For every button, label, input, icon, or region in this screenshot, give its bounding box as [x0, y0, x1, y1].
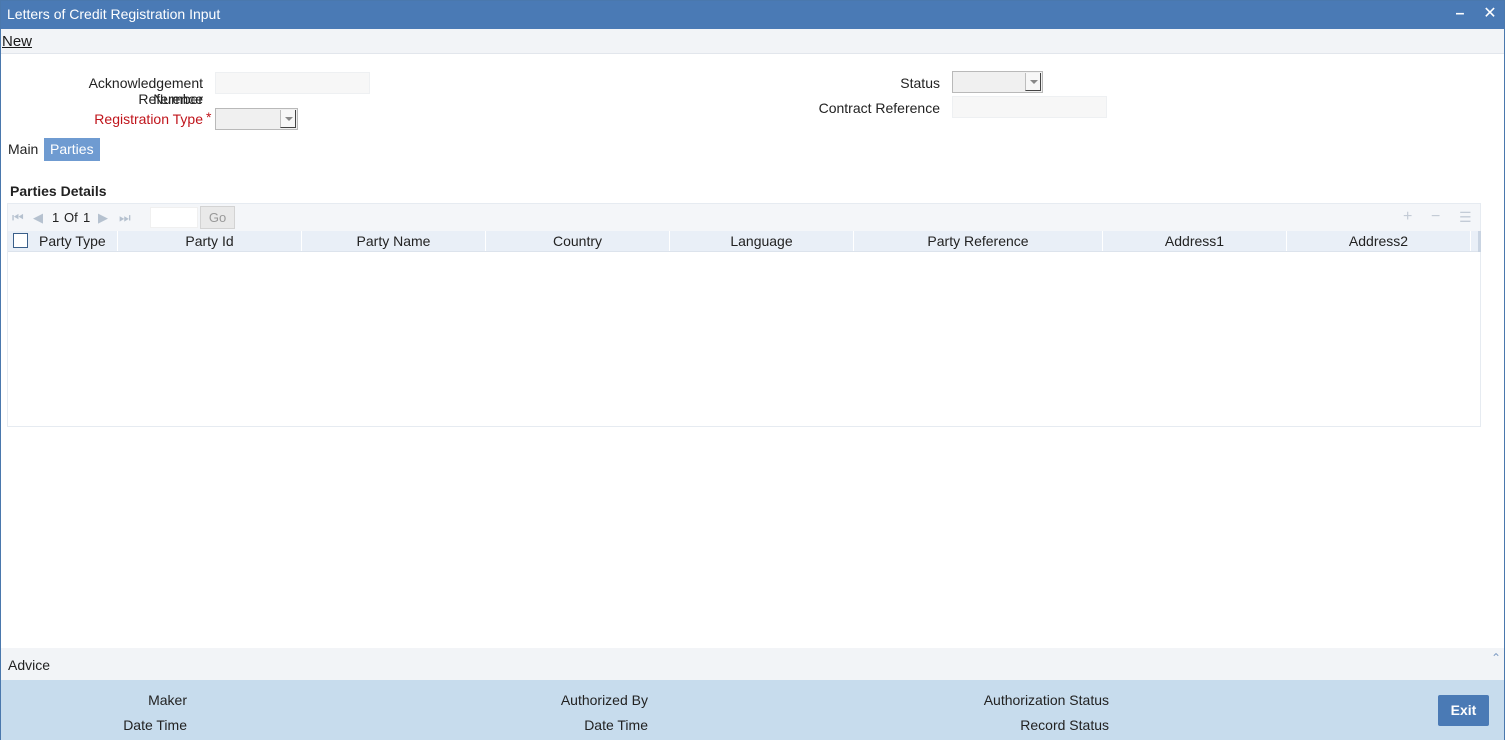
delete-row-icon[interactable]: − — [1431, 209, 1440, 225]
grid-header: Party Type Party Id Party Name Country L… — [8, 231, 1480, 252]
advice-bar: Advice ⌃ — [1, 648, 1504, 680]
window-title: Letters of Credit Registration Input — [7, 6, 221, 22]
tab-main[interactable]: Main — [2, 138, 44, 161]
chevron-down-icon[interactable] — [280, 110, 296, 128]
prev-page-icon[interactable]: ◀ — [33, 210, 43, 226]
required-marker: * — [206, 109, 212, 125]
close-icon[interactable]: ✕ — [1481, 5, 1499, 23]
advice-link[interactable]: Advice — [8, 657, 50, 673]
col-address1[interactable]: Address1 — [1103, 231, 1287, 251]
contract-reference-input[interactable] — [952, 96, 1107, 118]
select-all-checkbox[interactable] — [13, 233, 28, 248]
add-row-icon[interactable]: + — [1403, 209, 1412, 225]
chevron-down-icon[interactable] — [1025, 73, 1041, 91]
page-number-input[interactable] — [150, 207, 198, 228]
authorized-by-label: Authorized By — [560, 692, 648, 708]
contract-reference-label: Contract Reference — [818, 100, 940, 116]
minimize-icon[interactable]: – — [1451, 5, 1469, 23]
parties-details-title: Parties Details — [10, 183, 107, 199]
record-status-label: Record Status — [1020, 717, 1109, 733]
chevron-up-icon[interactable]: ⌃ — [1491, 651, 1501, 665]
view-details-icon[interactable]: ☰ — [1459, 209, 1472, 225]
go-button[interactable]: Go — [200, 206, 235, 229]
total-pages: 1 — [83, 210, 91, 225]
registration-type-label: Registration Type — [94, 111, 203, 127]
col-party-id[interactable]: Party Id — [118, 231, 302, 251]
of-label: Of — [64, 210, 78, 225]
menu-bar: New — [1, 29, 1504, 54]
grid-scrollbar[interactable] — [1478, 231, 1481, 252]
col-party-name[interactable]: Party Name — [302, 231, 486, 251]
col-address2[interactable]: Address2 — [1287, 231, 1471, 251]
registration-type-select[interactable] — [215, 108, 298, 130]
tab-parties[interactable]: Parties — [44, 138, 100, 161]
first-page-icon[interactable]: ⏮ — [12, 210, 24, 226]
ack-ref-input[interactable] — [215, 72, 370, 94]
title-bar: Letters of Credit Registration Input – ✕ — [1, 1, 1504, 29]
col-country[interactable]: Country — [486, 231, 670, 251]
window: Letters of Credit Registration Input – ✕… — [0, 0, 1505, 740]
col-party-reference[interactable]: Party Reference — [854, 231, 1103, 251]
col-language[interactable]: Language — [670, 231, 854, 251]
current-page: 1 — [52, 210, 60, 225]
next-page-icon[interactable]: ▶ — [98, 210, 108, 226]
ack-ref-label-line2: Number — [153, 91, 203, 107]
maker-datetime-label: Date Time — [123, 717, 187, 733]
new-button[interactable]: New — [2, 33, 32, 50]
maker-label: Maker — [148, 692, 187, 708]
exit-button[interactable]: Exit — [1438, 695, 1489, 726]
last-page-icon[interactable]: ⏭ — [119, 210, 131, 226]
audit-footer: Maker Date Time Authorized By Date Time … — [1, 680, 1504, 740]
authorized-datetime-label: Date Time — [584, 717, 648, 733]
parties-grid: ⏮ ◀ 1 Of 1 ▶ ⏭ Go + − ☰ Party Type Party… — [7, 203, 1481, 427]
authorization-status-label: Authorization Status — [983, 692, 1109, 708]
status-label: Status — [900, 75, 940, 91]
grid-toolbar: ⏮ ◀ 1 Of 1 ▶ ⏭ Go + − ☰ — [8, 204, 1480, 231]
col-party-type[interactable]: Party Type — [34, 231, 118, 251]
status-select[interactable] — [952, 71, 1043, 93]
